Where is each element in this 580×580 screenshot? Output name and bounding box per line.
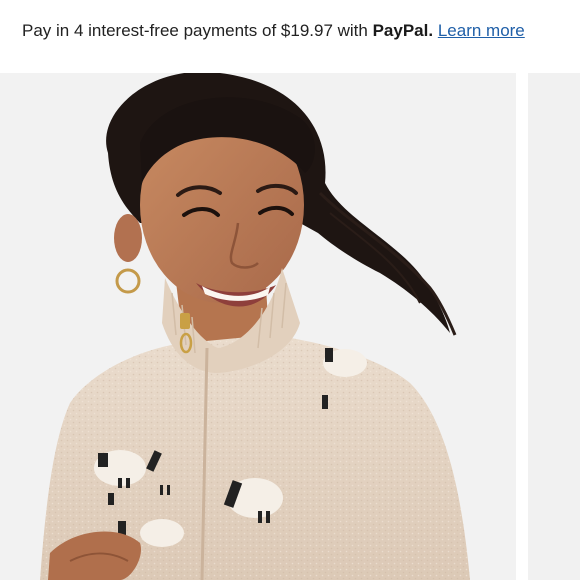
learn-more-link[interactable]: Learn more [438, 21, 525, 40]
paypal-brand-text: PayPal. [372, 21, 434, 40]
product-photo-next-peek[interactable] [528, 73, 580, 580]
product-photo-main[interactable] [0, 73, 516, 580]
model-wearing-sweater-image [0, 73, 516, 580]
banner-amount: $19.97 [280, 21, 333, 40]
paypal-pay-in-4-banner: Pay in 4 interest-free payments of $19.9… [22, 19, 525, 43]
banner-prefix-text: Pay in 4 interest-free payments of [22, 21, 281, 40]
product-page: Pay in 4 interest-free payments of $19.9… [0, 0, 580, 580]
product-image-carousel[interactable] [0, 73, 580, 580]
banner-with-text: with [332, 21, 373, 40]
